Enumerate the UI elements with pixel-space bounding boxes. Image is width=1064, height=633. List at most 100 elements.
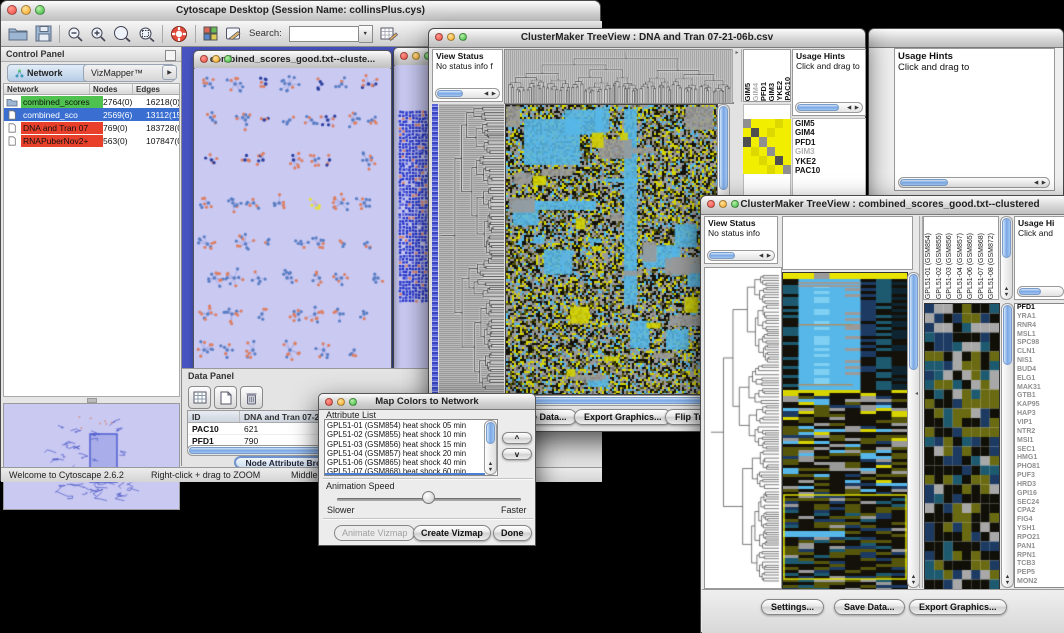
minimize-button[interactable] <box>719 200 727 208</box>
gene-label[interactable]: MSL1 <box>1015 331 1064 340</box>
zoom-heatmap-cell[interactable] <box>743 137 751 146</box>
zoom-heatmap-cell[interactable] <box>775 165 783 174</box>
network-window-1-titlebar[interactable]: combined_scores_good.txt--cluste... <box>194 51 391 69</box>
move-down-button[interactable]: v <box>502 448 532 460</box>
open-file-icon[interactable] <box>8 25 28 42</box>
zoom-heatmap-cell[interactable] <box>759 147 767 156</box>
attribute-item[interactable]: GPL51-02 (GSM855) heat shock 10 min <box>325 430 497 439</box>
search-dropdown-arrow[interactable]: ▼ <box>359 25 373 43</box>
zoom-button[interactable] <box>459 33 467 41</box>
minimize-button[interactable] <box>447 33 455 41</box>
row-label[interactable]: GIM4 <box>793 128 865 137</box>
annotation-icon[interactable] <box>225 26 242 42</box>
network-view-canvas-1[interactable] <box>195 68 390 367</box>
row-label[interactable]: YKE2 <box>793 157 865 166</box>
zoom-button[interactable] <box>349 398 357 406</box>
gene-label[interactable]: PFD1 <box>1015 304 1064 313</box>
column-label[interactable]: GPL51-07 (GSM868) <box>977 233 988 299</box>
gene-label[interactable]: MSI1 <box>1015 437 1064 446</box>
tab-network[interactable]: Network <box>7 64 95 82</box>
zoom-heatmap-cell[interactable] <box>767 156 775 165</box>
column-label[interactable]: GPL51-01 (GSM854) <box>924 233 935 299</box>
zoom-heatmap-cell[interactable] <box>783 119 791 128</box>
zoom-fit-icon[interactable] <box>113 25 131 42</box>
network-overview-canvas[interactable] <box>6 406 177 507</box>
zoom-heatmap-canvas[interactable] <box>924 303 1000 590</box>
network-list-row[interactable]: DNA and Tran 07769(0)183728(0) <box>4 121 179 134</box>
network-list-row[interactable]: combined_sco2569(6)13112(15) <box>4 108 179 121</box>
gene-label[interactable]: GTB1 <box>1015 392 1064 401</box>
zoom-heatmap-cell[interactable] <box>775 119 783 128</box>
column-header-network[interactable]: Network <box>4 84 90 94</box>
zoom-heatmap-cell[interactable] <box>783 128 791 137</box>
heatmap-canvas[interactable] <box>505 104 718 395</box>
zoom-heatmap-cell[interactable] <box>783 147 791 156</box>
gene-label[interactable]: GPI16 <box>1015 490 1064 499</box>
gene-label[interactable]: HRD3 <box>1015 481 1064 490</box>
zoom-heatmap-cell[interactable] <box>775 156 783 165</box>
gene-label[interactable]: KAP95 <box>1015 401 1064 410</box>
attribute-item[interactable]: GPL51-01 (GSM854) heat shock 05 min <box>325 421 497 430</box>
gene-label[interactable]: RPO21 <box>1015 534 1064 543</box>
row-dendrogram-canvas[interactable] <box>704 267 782 589</box>
zoom-heatmap-cell[interactable] <box>767 165 775 174</box>
usage-hints-hscrollbar[interactable] <box>1017 286 1064 297</box>
column-header-nodes[interactable]: Nodes <box>90 84 133 94</box>
vizmapper-icon[interactable] <box>203 26 218 41</box>
zoom-heatmap-cell[interactable] <box>743 147 751 156</box>
tree-splitter-strip[interactable]: ▸ <box>732 49 742 102</box>
network-list-row[interactable]: combined_scores2764(0)16218(0) <box>4 95 179 108</box>
table-edit-icon[interactable] <box>380 26 398 42</box>
treeview1-titlebar[interactable]: ClusterMaker TreeView : DNA and Tran 07-… <box>429 29 865 48</box>
zoom-in-icon[interactable] <box>90 26 106 42</box>
zoom-heatmap-cell[interactable] <box>767 128 775 137</box>
close-button[interactable] <box>400 52 408 60</box>
row-label[interactable]: GIM5 <box>793 119 865 128</box>
column-header-id[interactable]: ID <box>188 411 240 422</box>
tab-overflow-arrow[interactable]: ▶ <box>162 65 177 80</box>
column-label[interactable]: GPL51-04 (GSM857) <box>956 233 967 299</box>
delete-attribute-button[interactable] <box>240 386 263 409</box>
zoom-heatmap-cell[interactable] <box>759 137 767 146</box>
zoom-heatmap-cell[interactable] <box>751 137 759 146</box>
gene-label[interactable]: ELG1 <box>1015 375 1064 384</box>
done-button[interactable]: Done <box>493 525 532 541</box>
gene-label[interactable]: HAP3 <box>1015 410 1064 419</box>
dialog-titlebar[interactable]: Map Colors to Network <box>319 394 535 410</box>
zoom-heatmap-cell[interactable] <box>751 165 759 174</box>
gene-label[interactable]: MAK31 <box>1015 384 1064 393</box>
zoom-heatmap-cell[interactable] <box>775 128 783 137</box>
gene-label[interactable]: VIP1 <box>1015 419 1064 428</box>
zoom-out-icon[interactable] <box>67 26 83 42</box>
zoom-heatmap-cell[interactable] <box>743 119 751 128</box>
view-status-hscrollbar[interactable]: ◀ ▶ <box>707 250 775 261</box>
gene-label[interactable]: CPA2 <box>1015 507 1064 516</box>
zoom-heatmap-cell[interactable] <box>743 156 751 165</box>
gene-label[interactable]: SPC98 <box>1015 339 1064 348</box>
zoom-heatmap-cell[interactable] <box>751 128 759 137</box>
gene-label[interactable]: RPN1 <box>1015 552 1064 561</box>
close-button[interactable] <box>435 33 443 41</box>
gene-label[interactable]: BUD4 <box>1015 366 1064 375</box>
close-button[interactable] <box>200 55 208 63</box>
close-button[interactable] <box>7 5 17 15</box>
export-graphics-button[interactable]: Export Graphics... <box>574 409 672 425</box>
create-vizmap-button[interactable]: Create Vizmap <box>413 525 491 541</box>
minimize-button[interactable] <box>337 398 345 406</box>
zoom-heatmap-cell[interactable] <box>751 147 759 156</box>
save-data-button[interactable]: Save Data... <box>834 599 905 615</box>
main-titlebar[interactable]: Cytoscape Desktop (Session Name: collins… <box>1 1 600 22</box>
move-up-button[interactable]: ^ <box>502 432 532 444</box>
zoom-heatmap-cell[interactable] <box>783 137 791 146</box>
column-labels-vscrollbar[interactable]: ▲▼ <box>1000 216 1013 300</box>
zoom-heatmap-cell[interactable] <box>759 119 767 128</box>
minimize-button[interactable] <box>21 5 31 15</box>
zoom-heatmap-cell[interactable] <box>775 147 783 156</box>
zoom-heatmap-cell[interactable] <box>767 119 775 128</box>
gene-label[interactable]: SEC24 <box>1015 499 1064 508</box>
column-label[interactable]: GPL51-06 (GSM865) <box>966 233 977 299</box>
heatmap-canvas[interactable] <box>782 272 908 590</box>
animation-speed-slider[interactable] <box>422 491 435 504</box>
column-dendrogram-canvas[interactable] <box>504 49 734 104</box>
column-label[interactable]: GPL51-03 (GSM856) <box>945 233 956 299</box>
